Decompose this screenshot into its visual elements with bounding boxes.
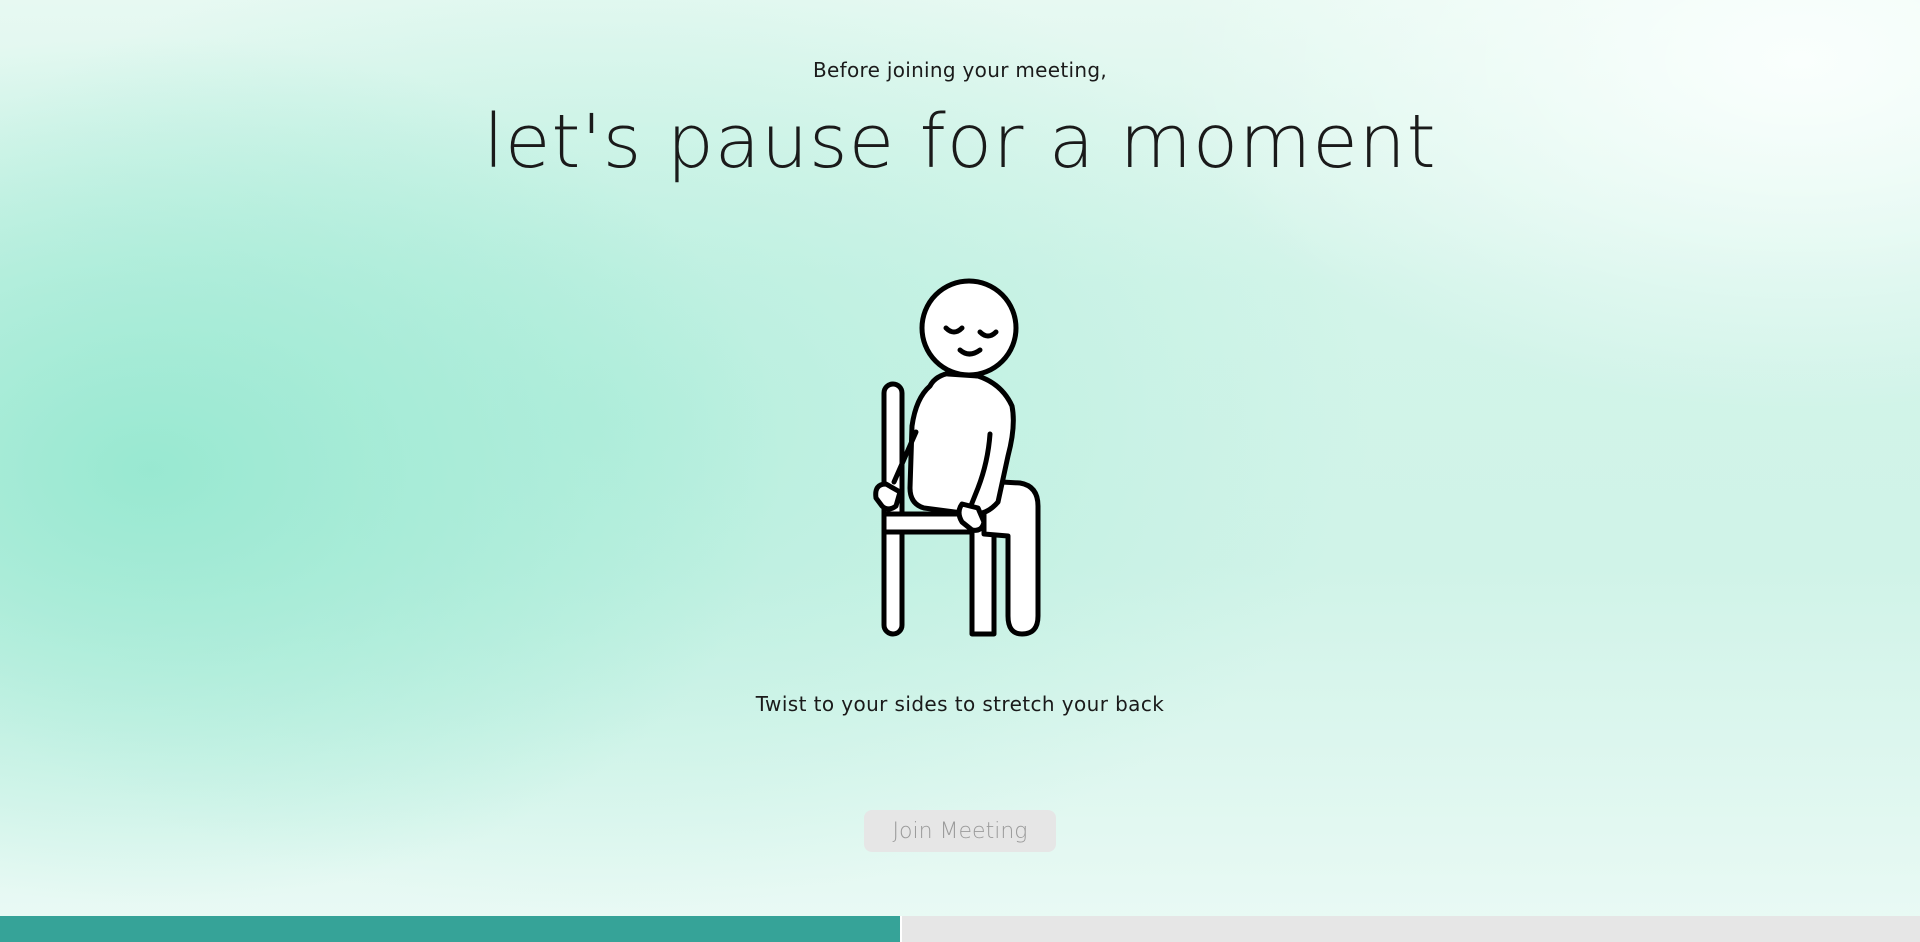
- join-meeting-button[interactable]: Join Meeting: [864, 810, 1056, 852]
- person-seated-twist-icon: [866, 276, 1046, 640]
- exercise-instruction: Twist to your sides to stretch your back: [755, 692, 1165, 716]
- pre-meeting-subtitle: Before joining your meeting,: [812, 58, 1107, 82]
- page-title: let's pause for a moment: [483, 99, 1437, 185]
- countdown-progress-fill: [0, 916, 903, 942]
- countdown-progress-bar: [0, 916, 1920, 942]
